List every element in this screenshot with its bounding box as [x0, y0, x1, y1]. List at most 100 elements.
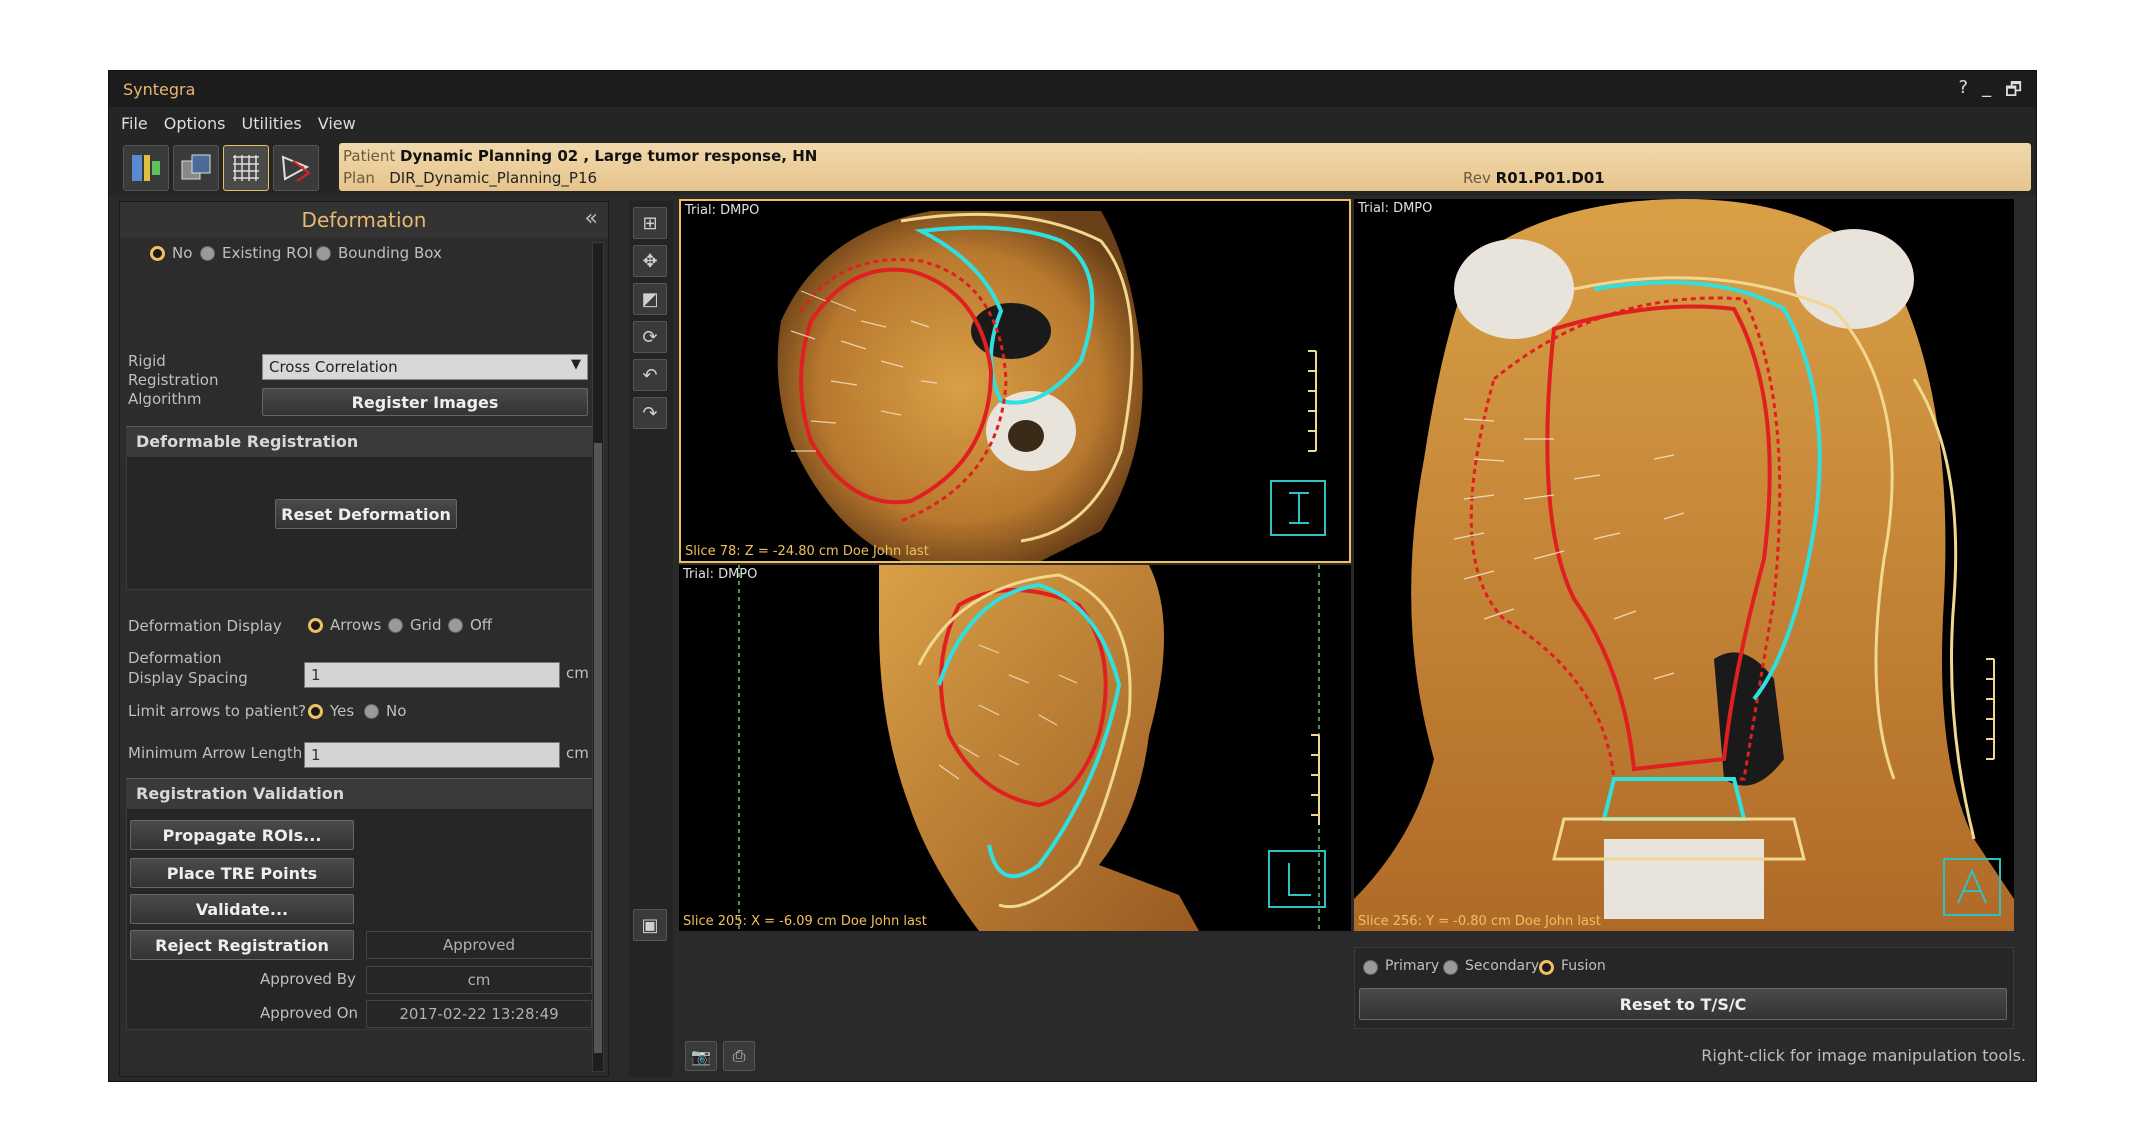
fusion-controls: Primary Secondary Fusion Reset to T/S/C [1354, 947, 2014, 1029]
contour-transfer-icon[interactable] [273, 145, 319, 191]
patient-info-bar: Patient Dynamic Planning 02 , Large tumo… [339, 143, 2031, 191]
display-grid-label: Grid [410, 616, 442, 634]
rigid-algorithm-select[interactable]: Cross Correlation ▼ [262, 354, 588, 380]
reset-deformation-button[interactable]: Reset Deformation [275, 499, 457, 529]
roi-bounding-box-radio[interactable] [316, 246, 331, 261]
menu-file[interactable]: File [121, 114, 148, 133]
right-click-hint: Right-click for image manipulation tools… [1701, 1046, 2026, 1065]
window-controls: ? _ 🗗 [1959, 77, 2022, 107]
display-grid-radio[interactable] [388, 618, 403, 633]
menu-view[interactable]: View [318, 114, 356, 133]
display-arrows-label: Arrows [330, 616, 382, 634]
roi-no-label: No [172, 244, 193, 262]
propagate-rois-button[interactable]: Propagate ROIs... [130, 820, 354, 850]
coronal-slice-label: Slice 256: Y = -0.80 cm Doe John last [1358, 914, 1601, 929]
panel-header: Deformation « [120, 202, 608, 238]
sagittal-slice-label: Slice 205: X = -6.09 cm Doe John last [683, 914, 927, 929]
screenshot-icon[interactable]: 📷 [685, 1041, 717, 1071]
panel-title: Deformation [301, 208, 427, 232]
axial-trial-label: Trial: DMPO [685, 203, 760, 218]
minimize-icon[interactable]: _ [1982, 77, 1991, 107]
deformable-registration-box: Reset Deformation [126, 456, 596, 590]
deformable-registration-header: Deformable Registration [126, 426, 596, 456]
sagittal-viewport[interactable]: Trial: DMPO Slice 205: X = -6.09 cm Doe … [679, 565, 1351, 931]
registration-icon[interactable] [123, 145, 169, 191]
roi-bounding-box-label: Bounding Box [338, 244, 442, 262]
limit-yes-label: Yes [330, 702, 355, 720]
display-arrows-radio[interactable] [308, 618, 323, 633]
coronal-viewport[interactable]: Trial: DMPO Slice 256: Y = -0.80 cm Doe … [1354, 199, 2014, 931]
zoom-region-icon[interactable]: ⊞ [633, 207, 667, 239]
patient-label: Patient [343, 147, 396, 165]
limit-yes-radio[interactable] [308, 704, 323, 719]
menu-bar: File Options Utilities View [109, 107, 2036, 139]
rigid-algorithm-value: Cross Correlation [269, 358, 398, 376]
validate-button[interactable]: Validate... [130, 894, 354, 924]
display-off-radio[interactable] [448, 618, 463, 633]
limit-no-radio[interactable] [364, 704, 379, 719]
plan-label: Plan [343, 169, 375, 187]
rev-value: R01.P01.D01 [1495, 169, 1605, 187]
panel-scrollbar[interactable] [592, 242, 604, 1072]
collapse-panel-icon[interactable]: « [585, 206, 598, 231]
approved-on-label: Approved On [260, 1004, 359, 1022]
syntegra-window: Syntegra ? _ 🗗 File Options Utilities Vi… [108, 70, 2037, 1082]
coronal-image [1354, 199, 2014, 931]
window-level-icon[interactable]: ◩ [633, 283, 667, 315]
print-icon[interactable]: ⎙ [723, 1041, 755, 1071]
title-bar: Syntegra ? _ 🗗 [109, 71, 2036, 107]
min-arrow-length-unit: cm [566, 744, 589, 762]
view-tools-column: ⊞ ✥ ◩ ⟳ ↶ ↷ ▣ [629, 201, 673, 1077]
image-compare-icon[interactable] [173, 145, 219, 191]
roi-existing-radio[interactable] [200, 246, 215, 261]
help-icon[interactable]: ? [1959, 77, 1969, 107]
axial-image [777, 211, 1326, 561]
fusion-secondary-radio[interactable] [1443, 960, 1458, 975]
coronal-trial-label: Trial: DMPO [1358, 201, 1433, 216]
min-arrow-length-input[interactable]: 1 [304, 742, 560, 768]
plan-name: DIR_Dynamic_Planning_P16 [389, 169, 598, 187]
display-spacing-unit: cm [566, 664, 589, 682]
axial-slice-label: Slice 78: Z = -24.80 cm Doe John last [685, 544, 929, 559]
dropdown-arrow-icon: ▼ [571, 357, 581, 372]
fusion-fusion-radio[interactable] [1539, 960, 1554, 975]
menu-options[interactable]: Options [164, 114, 226, 133]
sagittal-image [738, 565, 1326, 931]
fusion-primary-label: Primary [1385, 958, 1440, 974]
reset-tsc-button[interactable]: Reset to T/S/C [1359, 988, 2007, 1020]
deformation-panel: Deformation « No Existing ROI Bounding B… [119, 201, 609, 1077]
axial-viewport[interactable]: Trial: DMPO Slice 78: Z = -24.80 cm Doe … [679, 199, 1351, 563]
deformation-grid-icon[interactable] [223, 145, 269, 191]
menu-utilities[interactable]: Utilities [242, 114, 302, 133]
sagittal-trial-label: Trial: DMPO [683, 567, 758, 582]
approval-status: Approved [366, 931, 592, 959]
place-tre-points-button[interactable]: Place TRE Points [130, 858, 354, 888]
reject-registration-button[interactable]: Reject Registration [130, 930, 354, 960]
rotate-icon[interactable]: ⟳ [633, 321, 667, 353]
app-title: Syntegra [123, 80, 196, 99]
display-off-label: Off [470, 616, 493, 634]
approved-by-value: cm [366, 966, 592, 994]
patient-name: Dynamic Planning 02 , Large tumor respon… [400, 147, 818, 165]
deformation-display-label: Deformation Display [128, 617, 282, 635]
limit-arrows-label: Limit arrows to patient? [128, 702, 307, 720]
fusion-primary-radio[interactable] [1363, 960, 1378, 975]
panel-scrollbar-thumb[interactable] [594, 443, 602, 1053]
redo-icon[interactable]: ↷ [633, 397, 667, 429]
undo-icon[interactable]: ↶ [633, 359, 667, 391]
display-spacing-input[interactable]: 1 [304, 662, 560, 688]
layout-icon[interactable]: ▣ [633, 909, 667, 941]
display-spacing-label: Deformation Display Spacing [128, 649, 248, 687]
rigid-algorithm-label: Rigid Registration Algorithm [128, 352, 219, 408]
limit-no-label: No [386, 702, 407, 720]
registration-validation-header: Registration Validation [126, 778, 596, 808]
pan-icon[interactable]: ✥ [633, 245, 667, 277]
toolbar: Patient Dynamic Planning 02 , Large tumo… [109, 139, 2036, 195]
min-arrow-length-label: Minimum Arrow Length [128, 744, 303, 762]
approved-by-label: Approved By [260, 970, 356, 988]
roi-no-radio[interactable] [150, 246, 165, 261]
approved-on-value: 2017-02-22 13:28:49 [366, 1000, 592, 1028]
rev-label: Rev [1463, 169, 1491, 187]
restore-icon[interactable]: 🗗 [2005, 77, 2022, 107]
register-images-button[interactable]: Register Images [262, 388, 588, 416]
